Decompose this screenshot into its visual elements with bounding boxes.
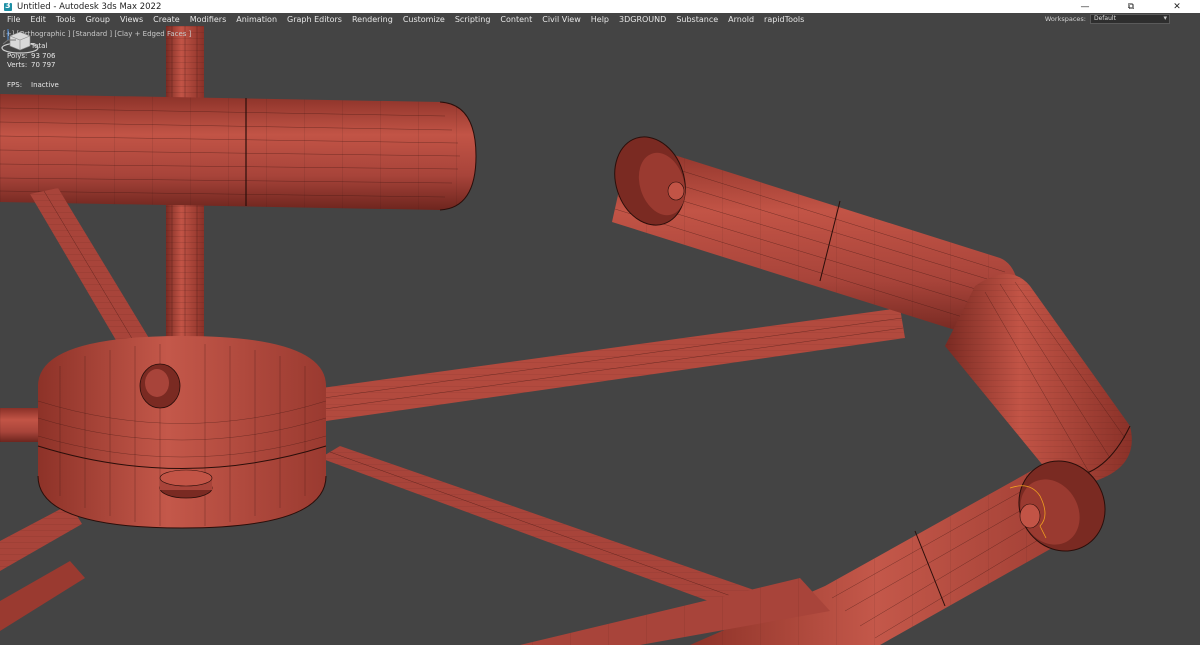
menu-bar: File Edit Tools Group Views Create Modif… bbox=[0, 13, 1200, 26]
menu-create[interactable]: Create bbox=[148, 13, 185, 26]
verts-value: 70 797 bbox=[31, 61, 56, 69]
viewport-perspective[interactable]: [+] [Orthographic ] [Standard ] [Clay + … bbox=[0, 26, 1200, 645]
menu-views[interactable]: Views bbox=[115, 13, 148, 26]
close-button[interactable]: ✕ bbox=[1154, 0, 1200, 13]
stats-fps: FPS: Inactive bbox=[7, 81, 59, 91]
window-title: Untitled - Autodesk 3ds Max 2022 bbox=[17, 1, 162, 12]
hub-disc[interactable] bbox=[37, 336, 327, 529]
menu-animation[interactable]: Animation bbox=[231, 13, 282, 26]
menu-edit[interactable]: Edit bbox=[25, 13, 51, 26]
menu-civil-view[interactable]: Civil View bbox=[537, 13, 586, 26]
menu-customize[interactable]: Customize bbox=[398, 13, 450, 26]
fps-label: FPS: bbox=[7, 80, 23, 89]
menu-help[interactable]: Help bbox=[586, 13, 614, 26]
viewport-scene[interactable] bbox=[0, 26, 1200, 645]
window-controls: — ⧉ ✕ bbox=[1062, 0, 1200, 13]
tube-top-left[interactable] bbox=[0, 94, 477, 211]
menu-rapidtools[interactable]: rapidTools bbox=[759, 13, 809, 26]
menu-scripting[interactable]: Scripting bbox=[450, 13, 496, 26]
workspaces-label: Workspaces: bbox=[1044, 15, 1086, 23]
fps-value: Inactive bbox=[31, 80, 59, 89]
menu-3dground[interactable]: 3DGROUND bbox=[614, 13, 671, 26]
menu-rendering[interactable]: Rendering bbox=[347, 13, 398, 26]
workspaces: Workspaces: Default bbox=[1045, 14, 1170, 24]
minimize-button[interactable]: — bbox=[1062, 0, 1108, 13]
menu-tools[interactable]: Tools bbox=[51, 13, 81, 26]
menu-graph-editors[interactable]: Graph Editors bbox=[282, 13, 347, 26]
title-bar: Untitled - Autodesk 3ds Max 2022 — ⧉ ✕ bbox=[0, 0, 1200, 13]
menu-content[interactable]: Content bbox=[495, 13, 537, 26]
menu-file[interactable]: File bbox=[2, 13, 25, 26]
app-icon[interactable] bbox=[3, 1, 13, 12]
stats-verts: Verts: 70 797 bbox=[7, 61, 59, 71]
axis-tripod-icon bbox=[2, 29, 16, 45]
workspaces-dropdown[interactable]: Default bbox=[1090, 14, 1170, 24]
menu-arnold[interactable]: Arnold bbox=[723, 13, 759, 26]
menu-modifiers[interactable]: Modifiers bbox=[185, 13, 232, 26]
menu-substance[interactable]: Substance bbox=[671, 13, 723, 26]
verts-label: Verts: bbox=[7, 61, 28, 69]
menu-group[interactable]: Group bbox=[81, 13, 115, 26]
maximize-button[interactable]: ⧉ bbox=[1108, 0, 1154, 13]
